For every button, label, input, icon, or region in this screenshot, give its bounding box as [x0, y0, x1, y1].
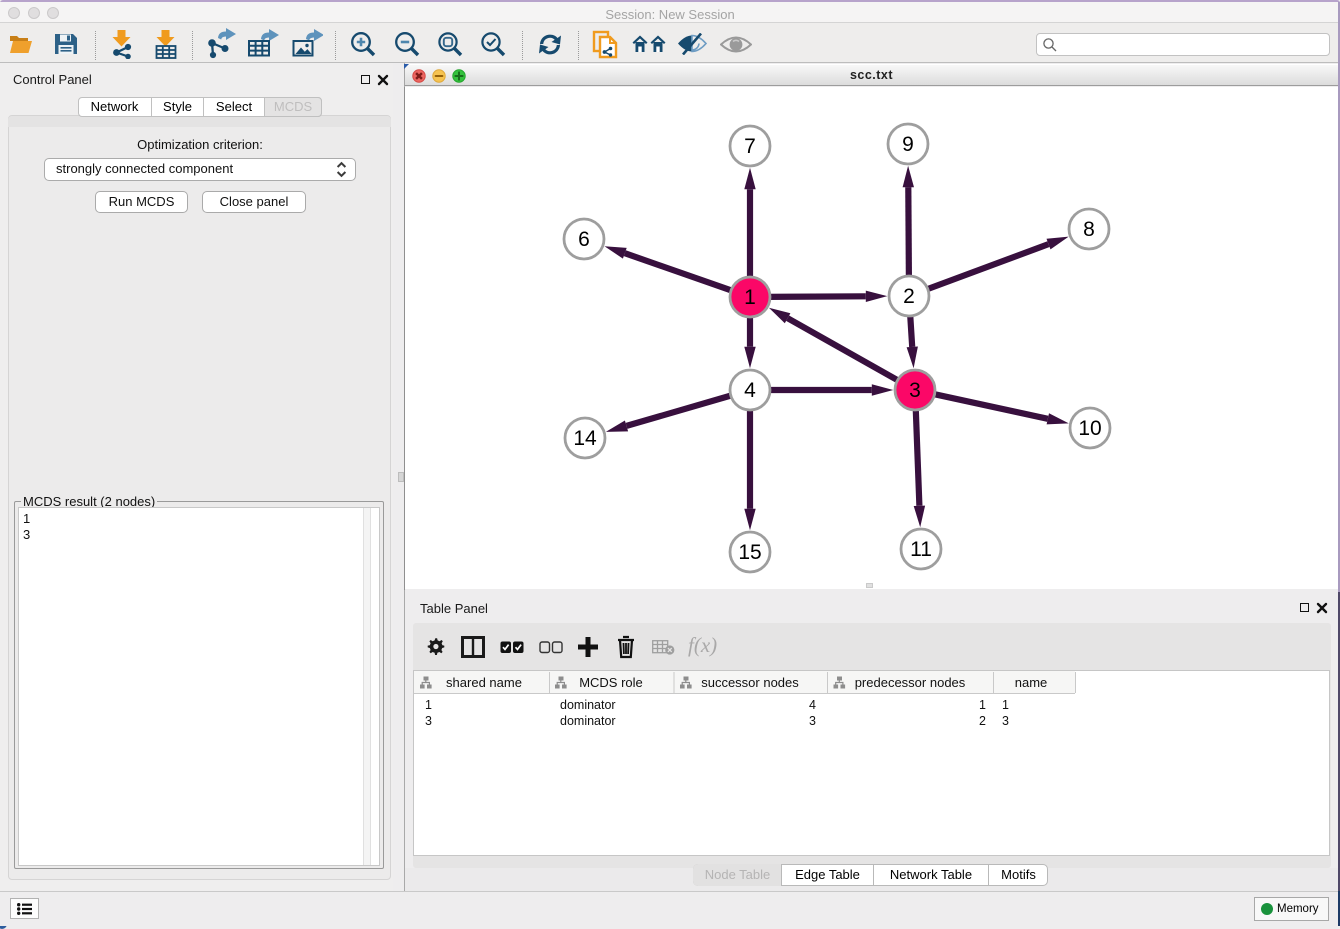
- svg-text:9: 9: [902, 133, 914, 156]
- svg-text:6: 6: [578, 228, 590, 251]
- svg-text:predecessor nodes: predecessor nodes: [855, 675, 966, 690]
- svg-text:7: 7: [744, 135, 756, 158]
- svg-text:successor nodes: successor nodes: [701, 675, 799, 690]
- svg-text:name: name: [1015, 675, 1048, 690]
- svg-text:15: 15: [738, 541, 761, 564]
- svg-text:1: 1: [744, 286, 756, 309]
- svg-text:4: 4: [744, 379, 756, 402]
- svg-text:8: 8: [1083, 218, 1095, 241]
- svg-text:3: 3: [909, 379, 921, 402]
- svg-text:2: 2: [903, 285, 915, 308]
- svg-text:shared name: shared name: [446, 675, 522, 690]
- svg-text:MCDS role: MCDS role: [579, 675, 643, 690]
- svg-text:11: 11: [910, 538, 932, 561]
- svg-text:10: 10: [1078, 417, 1101, 440]
- svg-text:14: 14: [573, 427, 597, 450]
